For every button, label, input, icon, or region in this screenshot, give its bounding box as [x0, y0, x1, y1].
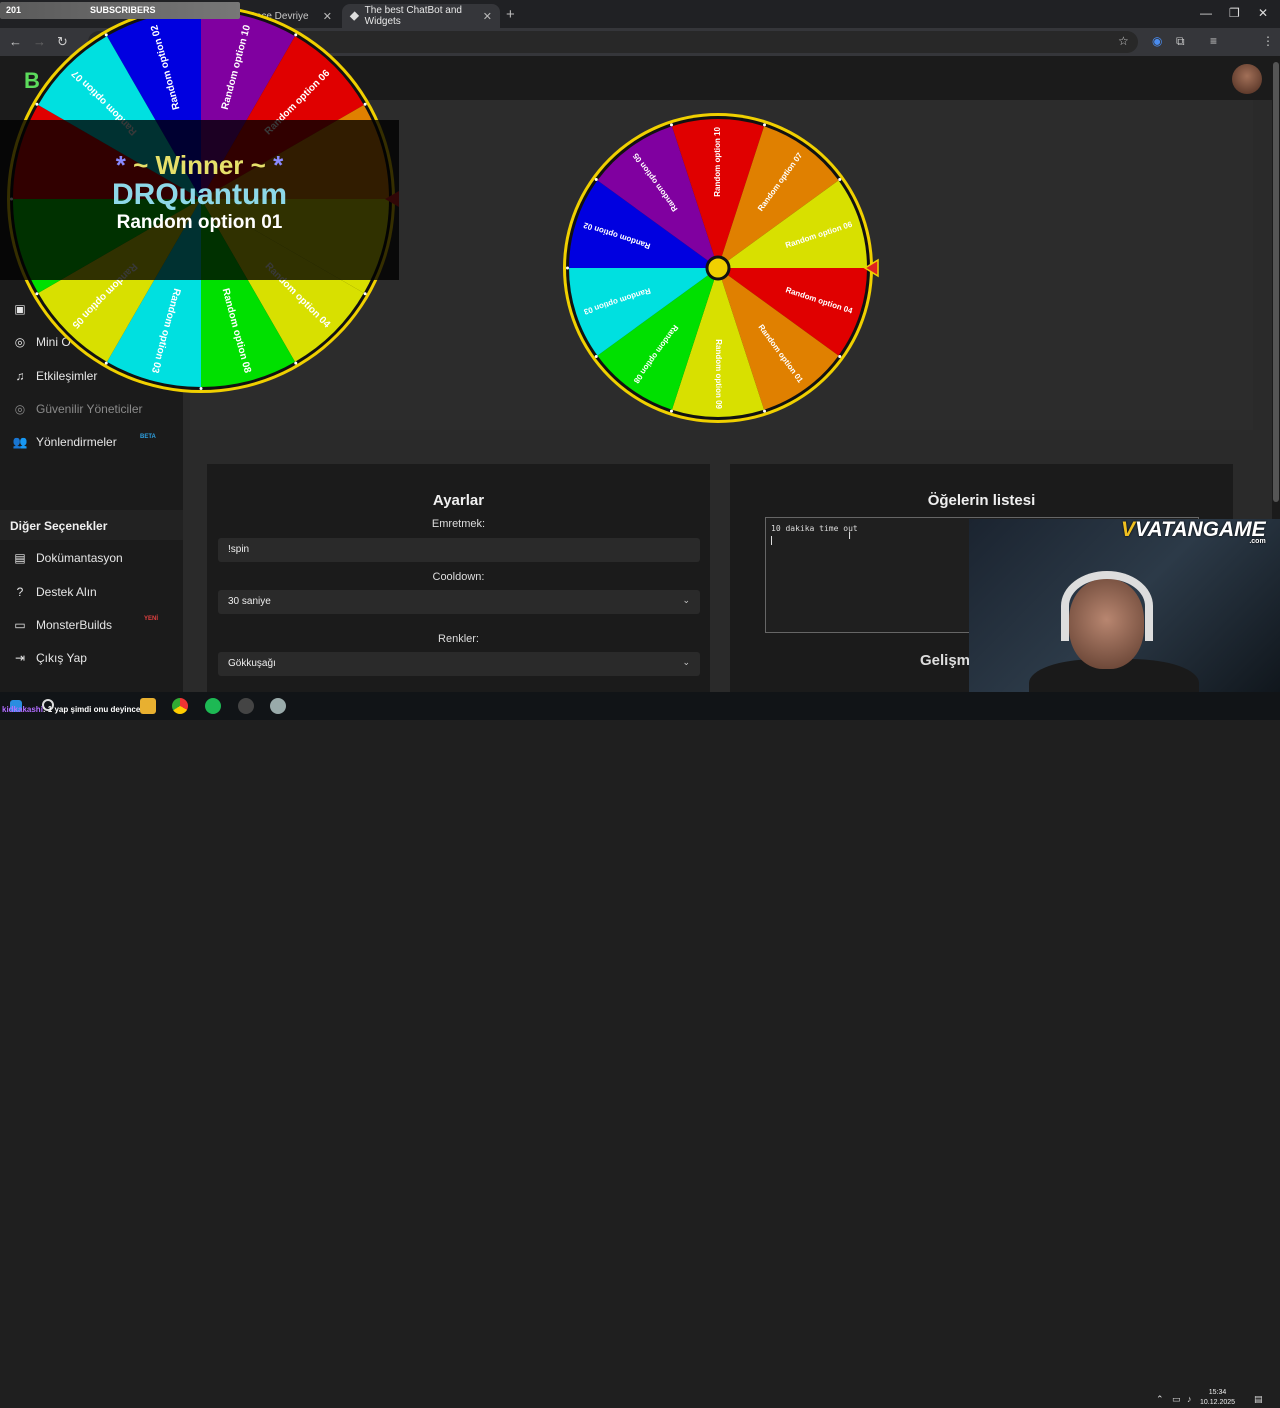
- command-input[interactable]: !spin: [218, 538, 700, 562]
- wheel-segment-label: Random option 09: [714, 339, 723, 409]
- notification-icon[interactable]: ▤: [1254, 1394, 1263, 1405]
- text-cursor-ibeam-icon: I: [848, 530, 852, 542]
- sidebar-item-label: MonsterBuilds: [36, 618, 113, 632]
- wheel-rim-dot: [35, 292, 39, 296]
- chevron-down-icon: ⌄: [682, 595, 690, 605]
- wheel-rim-dot: [104, 361, 108, 365]
- items-title: Öğelerin listesi: [927, 492, 1036, 509]
- restore-icon[interactable]: ❐: [1229, 6, 1240, 20]
- sidebar-item-label: Dokümantasyon: [36, 551, 123, 565]
- wheel-rim-dot: [294, 361, 298, 365]
- wheel-rim-dot: [838, 178, 842, 182]
- user-avatar[interactable]: [1232, 64, 1262, 94]
- sidebar-item-label: Destek Alın: [36, 585, 97, 599]
- sidebar-item-docs[interactable]: ▤ Dokümantasyon: [12, 551, 123, 565]
- wheel-rim-dot: [669, 123, 673, 127]
- chevron-down-icon: ⌄: [682, 657, 690, 667]
- app-icon[interactable]: [270, 698, 286, 714]
- winner-option: Random option 01: [116, 212, 283, 233]
- help-icon: ?: [16, 585, 24, 599]
- sidebar-item-label: Yönlendirmeler: [36, 435, 117, 449]
- winner-name: DRQuantum: [112, 178, 287, 211]
- new-badge: YENİ: [144, 616, 159, 622]
- stream-chat-message: kidkakashi: 1 yap şimdi onu deyince: [2, 705, 141, 714]
- wheel-rim-dot: [594, 178, 598, 182]
- wheel-rim-dot: [363, 292, 367, 296]
- network-icon[interactable]: ▭: [1172, 1394, 1181, 1405]
- cooldown-label: Cooldown:: [432, 571, 485, 583]
- docs-icon: ▤: [14, 551, 26, 565]
- scrollbar-thumb[interactable]: [1273, 62, 1279, 502]
- command-label: Emretmek:: [431, 518, 486, 530]
- webcam-feed: [969, 519, 1280, 694]
- wheel-rim-dot: [363, 102, 367, 106]
- colors-value: Gökkuşağı: [228, 658, 276, 669]
- volume-icon[interactable]: ♪: [1187, 1394, 1192, 1404]
- subscriber-goal-bar: 201 SUBSCRIBERS: [0, 2, 240, 19]
- colors-select[interactable]: Gökkuşağı ⌄: [218, 652, 700, 676]
- cooldown-select[interactable]: 30 saniye ⌄: [218, 590, 700, 614]
- sidebar-item-trusted-admins[interactable]: ◎ Güvenilir Yöneticiler: [12, 402, 143, 416]
- sidebar-item-redirects[interactable]: 👥 Yönlendirmeler: [12, 435, 117, 449]
- headphones-icon: [1061, 571, 1153, 641]
- extensions-puzzle-icon[interactable]: ⧉: [1176, 34, 1185, 49]
- wheel-rim-dot: [35, 102, 39, 106]
- cooldown-value: 30 saniye: [228, 596, 271, 607]
- close-tab-icon[interactable]: ✕: [483, 10, 492, 23]
- minimize-icon[interactable]: —: [1200, 6, 1212, 20]
- advanced-title: Gelişm: [920, 652, 971, 669]
- wheel-rim-dot: [199, 387, 203, 390]
- gamepad-icon: ◎: [14, 402, 26, 416]
- logout-icon: ⇥: [14, 651, 26, 665]
- new-tab-icon[interactable]: +: [506, 6, 515, 23]
- wheel-rim-dot: [294, 33, 298, 37]
- obs-icon[interactable]: [238, 698, 254, 714]
- bookmark-star-icon[interactable]: ☆: [1118, 34, 1129, 48]
- wheel-segment-label: Random option 10: [713, 126, 722, 196]
- text-cursor: [771, 536, 772, 545]
- colors-label: Renkler:: [438, 633, 479, 645]
- winner-banner: * ~ Winner ~ * DRQuantum Random option 0…: [0, 120, 399, 280]
- settings-title: Ayarlar: [432, 492, 485, 509]
- sidebar-item-monsterbuilds[interactable]: ▭ MonsterBuilds: [12, 618, 112, 632]
- section-title: Diğer Seçenekler: [10, 519, 108, 533]
- beta-badge: BETA: [140, 434, 156, 440]
- taskbar-clock[interactable]: 15:34 10.12.2025: [1200, 1388, 1235, 1408]
- wheel-rim-dot: [104, 33, 108, 37]
- tray-chevron-up-icon[interactable]: ⌃: [1156, 1394, 1164, 1405]
- close-window-icon[interactable]: ✕: [1258, 6, 1268, 20]
- settings-panel: Ayarlar Emretmek: !spin Cooldown: 30 san…: [207, 464, 710, 696]
- menu-kebab-icon[interactable]: ⋮: [1262, 34, 1274, 48]
- sponsor-logo: VVATANGAME .com: [1121, 518, 1266, 545]
- monitor-icon: ▭: [14, 618, 26, 632]
- extension-icon[interactable]: ◉: [1152, 34, 1162, 48]
- spotify-icon[interactable]: [205, 698, 221, 714]
- users-icon: 👥: [12, 435, 28, 449]
- spin-wheel[interactable]: Random option 10 Random option 07Random o…: [560, 105, 890, 435]
- wheel-rim-dot: [566, 266, 569, 270]
- subscriber-count: 201: [6, 5, 22, 15]
- sidebar-item-support[interactable]: ? Destek Alın: [12, 585, 97, 599]
- file-explorer-icon[interactable]: [140, 698, 156, 714]
- wheel-rim-dot: [669, 409, 673, 413]
- wheel-hub: [705, 255, 731, 281]
- winner-heading: * ~ Winner ~ *: [115, 150, 284, 180]
- sidebar-item-label: Güvenilir Yöneticiler: [36, 402, 143, 416]
- sidebar-item-label: Çıkış Yap: [36, 651, 87, 665]
- wheel-rim-dot: [838, 354, 842, 358]
- wheel-rim-dot: [763, 123, 767, 127]
- wheel-rim-dot: [594, 354, 598, 358]
- windows-taskbar: ⌃ ▭ ♪ 15:34 10.12.2025 ▤: [0, 692, 1280, 1406]
- chrome-icon[interactable]: [172, 698, 188, 714]
- media-icon[interactable]: ≡: [1210, 34, 1217, 48]
- sidebar-item-logout[interactable]: ⇥ Çıkış Yap: [12, 651, 87, 665]
- wheel-rim-dot: [763, 409, 767, 413]
- subscriber-label: SUBSCRIBERS: [90, 5, 156, 15]
